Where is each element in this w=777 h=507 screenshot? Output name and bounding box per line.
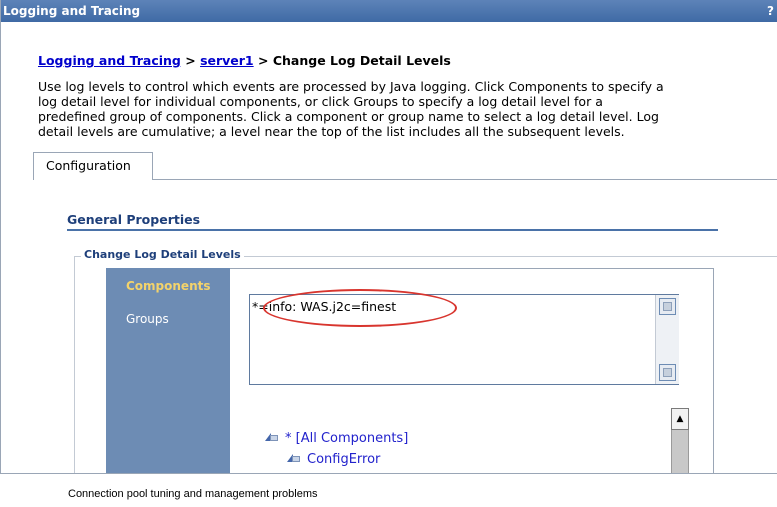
description-line: log detail level for individual componen… [38, 94, 603, 109]
description-line: predefined group of components. Click a … [38, 109, 659, 124]
component-group-nav [106, 268, 230, 473]
component-icon [287, 453, 301, 463]
breadcrumb-separator: > [185, 53, 196, 68]
highlight-ellipse [263, 289, 457, 327]
figure-caption: Connection pool tuning and management pr… [68, 488, 318, 500]
nav-groups[interactable]: Groups [126, 312, 169, 326]
tree-item-label: ConfigError [307, 452, 381, 467]
tree-item-configerror[interactable]: ConfigError [287, 452, 380, 467]
fieldset-legend: Change Log Detail Levels [81, 248, 244, 261]
description-line: Use log levels to control which events a… [38, 79, 664, 94]
breadcrumb: Logging and Tracing > server1 > Change L… [38, 53, 451, 68]
scroll-down-button[interactable] [659, 364, 676, 381]
breadcrumb-current: Change Log Detail Levels [272, 53, 451, 68]
tree-item-label: * [All Components] [285, 431, 409, 446]
breadcrumb-separator: > [258, 53, 269, 68]
description-line: detail levels are cumulative; a level ne… [38, 124, 625, 139]
general-properties-heading: General Properties [67, 212, 201, 227]
admin-console-frame: Logging and Tracing ? Logging and Tracin… [0, 0, 777, 474]
section-divider [67, 229, 718, 231]
textarea-scrollbar[interactable] [655, 295, 679, 384]
scroll-up-button[interactable] [659, 298, 676, 315]
breadcrumb-logging-link[interactable]: Logging and Tracing [38, 53, 181, 68]
list-scroll-up-button[interactable]: ▲ [671, 408, 689, 430]
help-icon[interactable]: ? [767, 0, 774, 22]
tree-item-all-components[interactable]: * [All Components] [265, 431, 408, 446]
window-titlebar: Logging and Tracing ? [1, 0, 777, 22]
component-icon [265, 432, 279, 442]
page-description: Use log levels to control which events a… [38, 79, 777, 139]
tab-configuration[interactable]: Configuration [33, 152, 153, 180]
nav-components[interactable]: Components [126, 279, 211, 293]
window-title: Logging and Tracing [3, 4, 141, 18]
breadcrumb-server-link[interactable]: server1 [200, 53, 254, 68]
